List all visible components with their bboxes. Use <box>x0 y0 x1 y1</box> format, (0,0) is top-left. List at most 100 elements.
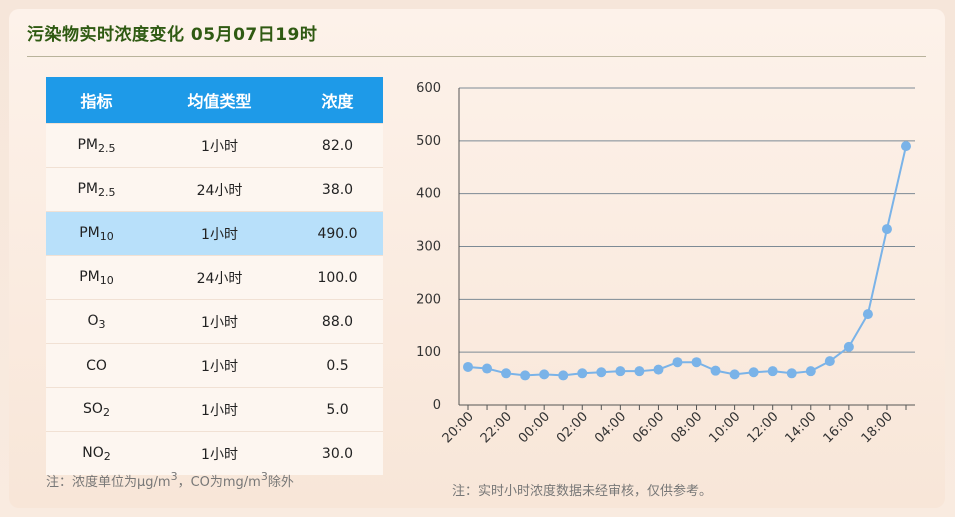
indicator-subscript: 3 <box>98 317 106 331</box>
indicator-cell: CO <box>46 343 147 388</box>
indicator-base: CO <box>86 357 107 374</box>
indicator-base: O <box>87 312 99 329</box>
data-point <box>786 368 797 379</box>
indicator-subscript: 10 <box>99 273 114 287</box>
column-header-concentration: 浓度 <box>292 77 383 124</box>
data-point <box>805 366 816 377</box>
data-point <box>901 141 911 152</box>
unit-note-prefix: 注：浓度单位为μg/m <box>46 475 171 490</box>
x-tick-label: 12:00 <box>744 409 781 446</box>
x-tick-label: 18:00 <box>859 409 896 446</box>
indicator-base: PM <box>79 224 100 241</box>
x-tick-label: 08:00 <box>668 409 705 446</box>
y-tick-label: 400 <box>416 187 441 202</box>
data-point <box>710 365 721 376</box>
concentration-cell: 100.0 <box>292 255 383 300</box>
unit-note-sup1: 3 <box>170 470 178 483</box>
indicator-cell: PM10 <box>46 211 147 256</box>
data-point <box>691 357 702 368</box>
indicator-base: NO <box>82 444 104 461</box>
indicator-cell: O3 <box>46 299 147 344</box>
data-point <box>767 366 778 377</box>
concentration-cell: 0.5 <box>292 343 383 388</box>
pollutant-table: 指标 均值类型 浓度 PM2.5 1小时 82.0 PM2.5 24小时 38.0 PM10… <box>46 77 383 475</box>
data-point <box>862 309 873 320</box>
series-line <box>467 145 907 377</box>
indicator-subscript: 2 <box>102 405 110 419</box>
indicator-base: PM <box>77 136 99 153</box>
concentration-cell: 38.0 <box>292 167 383 212</box>
data-point <box>539 369 550 380</box>
y-tick-label: 500 <box>416 134 441 149</box>
data-point <box>482 363 493 374</box>
table-row[interactable]: PM10 1小时 490.0 <box>46 211 383 256</box>
data-point <box>824 356 835 367</box>
x-tick-label: 06:00 <box>630 409 667 446</box>
data-point <box>672 357 683 368</box>
avg-type-cell: 1小时 <box>147 211 292 256</box>
x-tick-label: 16:00 <box>821 409 858 446</box>
unit-note-suffix: 除外 <box>267 475 294 490</box>
data-point <box>596 367 607 378</box>
x-tick-label: 14:00 <box>783 409 820 446</box>
x-tick-label: 22:00 <box>478 409 515 446</box>
avg-type-cell: 24小时 <box>147 255 292 300</box>
indicator-cell: PM2.5 <box>46 123 147 168</box>
table-header-row: 指标 均值类型 浓度 <box>46 77 383 124</box>
data-note: 注：实时小时浓度数据未经审核，仅供参考。 <box>452 484 713 499</box>
data-point <box>748 367 759 378</box>
avg-type-cell: 1小时 <box>147 299 292 344</box>
panel-title: 污染物实时浓度变化 05月07日19时 <box>27 25 318 45</box>
indicator-cell: NO2 <box>46 431 147 475</box>
data-point <box>843 341 854 352</box>
x-tick-label: 04:00 <box>592 409 629 446</box>
table-row[interactable]: SO2 1小时 5.0 <box>46 387 383 432</box>
table-row[interactable]: PM2.5 24小时 38.0 <box>46 167 383 212</box>
data-point <box>501 368 512 379</box>
table-row[interactable]: O3 1小时 88.0 <box>46 299 383 344</box>
concentration-line-chart: 010020030040050060020:00 22:00 00:00 02:00 0… <box>416 81 915 446</box>
data-point <box>577 368 588 379</box>
unit-note-sup2: 3 <box>260 470 268 483</box>
concentration-cell: 88.0 <box>292 299 383 344</box>
indicator-base: PM <box>79 268 100 285</box>
x-tick-label: 02:00 <box>554 409 591 446</box>
indicator-subscript: 2.5 <box>98 141 116 155</box>
indicator-cell: PM2.5 <box>46 167 147 212</box>
x-tick-label: 00:00 <box>516 409 553 446</box>
avg-type-cell: 1小时 <box>147 431 292 475</box>
table-row[interactable]: PM10 24小时 100.0 <box>46 255 383 300</box>
unit-note: 注：浓度单位为μg/m3，CO为mg/m3除外 <box>46 470 294 490</box>
table-row[interactable]: PM2.5 1小时 82.0 <box>46 123 383 168</box>
indicator-subscript: 2.5 <box>98 185 116 199</box>
avg-type-cell: 24小时 <box>147 167 292 212</box>
y-tick-label: 100 <box>416 345 441 360</box>
x-tick-label: 20:00 <box>440 409 477 446</box>
data-point <box>520 370 531 381</box>
concentration-cell: 30.0 <box>292 431 383 475</box>
concentration-cell: 5.0 <box>292 387 383 432</box>
indicator-base: PM <box>77 180 99 197</box>
y-tick-label: 200 <box>416 292 441 307</box>
indicator-base: SO <box>83 400 103 417</box>
data-point <box>558 370 569 381</box>
unit-note-mid: ，CO为mg/m <box>177 475 261 490</box>
y-tick-label: 300 <box>416 240 441 255</box>
concentration-cell: 82.0 <box>292 123 383 168</box>
indicator-subscript: 2 <box>103 449 111 463</box>
table-row[interactable]: NO2 1小时 30.0 <box>46 431 383 475</box>
data-point <box>729 369 740 380</box>
avg-type-cell: 1小时 <box>147 123 292 168</box>
table-row[interactable]: CO 1小时 0.5 <box>46 343 383 388</box>
title-divider <box>27 56 926 57</box>
data-point <box>653 364 664 375</box>
avg-type-cell: 1小时 <box>147 387 292 432</box>
data-point <box>463 361 473 372</box>
indicator-subscript: 10 <box>99 229 114 243</box>
concentration-cell: 490.0 <box>292 211 383 256</box>
indicator-cell: SO2 <box>46 387 147 432</box>
y-tick-label: 0 <box>433 398 441 413</box>
indicator-cell: PM10 <box>46 255 147 300</box>
data-point <box>615 366 626 377</box>
column-header-indicator: 指标 <box>46 77 147 124</box>
